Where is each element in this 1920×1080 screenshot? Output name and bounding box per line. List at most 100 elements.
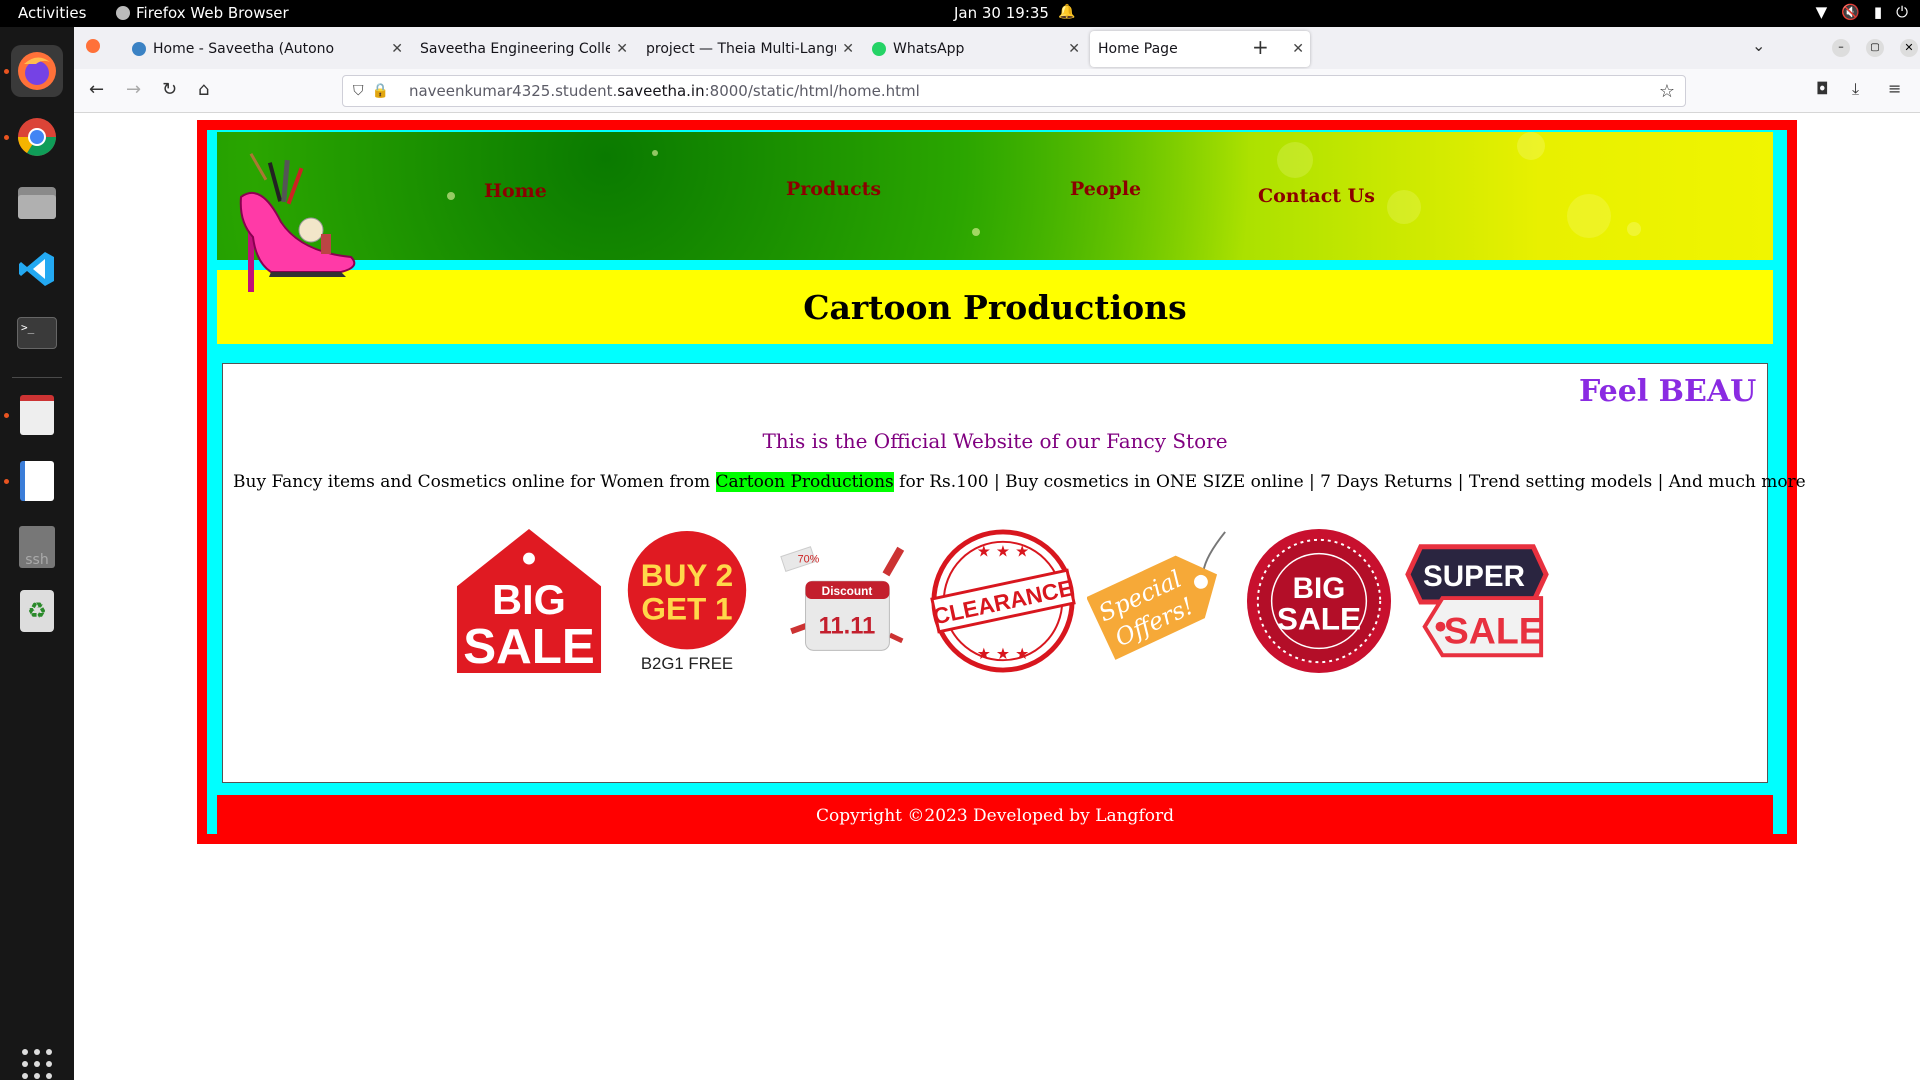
nav-home-link[interactable]: Home (484, 180, 547, 202)
tab-whatsapp[interactable]: WhatsApp ✕ (864, 31, 1086, 67)
big-sale-seal-image: BIG SALE (1245, 527, 1393, 675)
restore-icon[interactable]: ▢ (1866, 39, 1884, 57)
volume-icon: 🔇 (1841, 3, 1860, 21)
tab-home-page[interactable]: Home Page ✕ (1090, 31, 1310, 67)
badge-text: BIG (492, 576, 566, 623)
dock-ssh[interactable]: ssh (11, 521, 63, 573)
battery-icon: ▮ (1873, 3, 1883, 21)
url-prefix: naveenkumar4325.student. (408, 82, 618, 100)
bookmark-star-icon[interactable]: ☆ (1659, 81, 1675, 102)
url-domain: saveetha.in (617, 82, 705, 100)
vscode-icon (19, 252, 54, 286)
clearance-stamp-image: ★ ★ ★ ★ ★ ★ CLEARANCE (929, 527, 1077, 675)
dock-terminal[interactable]: >_ (11, 307, 63, 359)
dock-trash[interactable]: ♻ (11, 585, 63, 637)
badge-text: SALE (1277, 601, 1361, 637)
dock-firefox[interactable] (11, 45, 63, 97)
tab-label: WhatsApp (893, 41, 965, 57)
site-frame: Home Products People Contact Us Cartoon … (197, 120, 1806, 844)
menu-icon[interactable]: ≡ (1888, 79, 1901, 98)
tab-label: project — Theia Multi-Langu (646, 41, 836, 57)
badge-text: SALE (1444, 609, 1544, 651)
url-bar[interactable]: ⛉🔒 naveenkumar4325.student. saveetha.in:8… (342, 75, 1686, 107)
firefox-icon (18, 52, 56, 90)
content-box: Feel BEAU' This is the Official Website … (222, 363, 1806, 783)
show-apps-icon[interactable] (22, 1049, 52, 1079)
forward-icon[interactable]: → (126, 79, 141, 100)
url-suffix: :8000/static/html/home.html (704, 82, 920, 100)
svg-text:★ ★ ★: ★ ★ ★ (977, 542, 1029, 561)
sale-badges: BIG SALE BUY 2 GET 1 B2G1 FREE 70% Disco… (455, 527, 1551, 675)
discount-1111-image: 70% Discount 11.11 (771, 527, 919, 675)
close-icon[interactable]: ✕ (1068, 41, 1080, 57)
home-icon[interactable]: ⌂ (198, 79, 209, 100)
pocket-icon[interactable]: ◘ (1816, 79, 1829, 98)
super-sale-tag-image: SUPER SALE (1403, 527, 1551, 675)
tab-project-theia[interactable]: project — Theia Multi-Langu ✕ (638, 31, 860, 67)
buy2-get1-image: BUY 2 GET 1 B2G1 FREE (613, 527, 761, 675)
description: Buy Fancy items and Cosmetics online for… (233, 472, 1806, 492)
close-icon[interactable]: ✕ (616, 41, 628, 57)
close-icon[interactable]: ✕ (1292, 41, 1304, 57)
nav-contact-link[interactable]: Contact Us (1258, 185, 1375, 207)
chrome-icon (18, 118, 56, 156)
nav-products-link[interactable]: Products (786, 178, 881, 200)
close-icon[interactable]: ✕ (391, 41, 403, 57)
site-footer: Copyright ©2023 Developed by Langford (217, 795, 1773, 837)
clock[interactable]: Jan 30 19:35 (954, 4, 1049, 22)
app-menu-label: Firefox Web Browser (136, 4, 289, 22)
dock-files[interactable] (11, 177, 63, 229)
tab-saveetha-engineering[interactable]: Saveetha Engineering Colleg ✕ (412, 31, 634, 67)
dock-chrome[interactable] (11, 111, 63, 163)
site-title: Cartoon Productions (803, 287, 1187, 327)
whatsapp-icon (872, 42, 886, 56)
tab-label: Saveetha Engineering Colleg (420, 41, 610, 57)
tab-strip: Home - Saveetha (Autono ✕ Saveetha Engin… (74, 27, 1920, 69)
new-tab-icon[interactable]: + (1252, 35, 1269, 59)
high-heel-logo-icon (239, 153, 356, 292)
terminal-icon: >_ (17, 317, 57, 349)
dock-text-editor[interactable] (11, 455, 63, 507)
firefox-view-icon[interactable] (86, 39, 100, 53)
tab-home-saveetha[interactable]: Home - Saveetha (Autono ✕ (124, 31, 409, 67)
desc-before: Buy Fancy items and Cosmetics online for… (233, 472, 716, 492)
web-page: Home Products People Contact Us Cartoon … (74, 113, 1920, 1080)
list-all-tabs-icon[interactable]: ⌄ (1752, 36, 1765, 55)
wifi-icon: ▼ (1815, 3, 1828, 21)
marquee-text: Feel BEAU' (1579, 374, 1759, 409)
badge-text: SUPER (1423, 560, 1525, 593)
title-bar: Cartoon Productions (217, 270, 1773, 344)
big-sale-tag-image: BIG SALE (455, 527, 603, 675)
back-icon[interactable]: ← (89, 79, 104, 100)
downloads-icon[interactable]: ⤓ (1852, 79, 1859, 99)
tab-label: Home - Saveetha (Autono (153, 41, 335, 57)
svg-text:★ ★ ★: ★ ★ ★ (977, 644, 1029, 663)
dock-vscode[interactable] (11, 243, 63, 295)
desc-after: for Rs.100 | Buy cosmetics in ONE SIZE o… (893, 472, 1806, 492)
site-inner: Home Products People Contact Us Cartoon … (207, 130, 1806, 837)
document-viewer-icon (20, 395, 54, 435)
badge-text: 11.11 (819, 614, 876, 640)
header-banner: Home Products People Contact Us (217, 132, 1773, 260)
minimize-icon[interactable]: – (1832, 39, 1850, 57)
system-tray[interactable]: ▼ 🔇 ▮ ⏻ (1816, 3, 1908, 21)
badge-text: Discount (822, 584, 873, 598)
tracking-protection-icon[interactable]: ⛉🔒 (353, 83, 397, 99)
text-editor-icon (20, 461, 54, 501)
bell-icon: 🔔 (1058, 4, 1076, 20)
power-icon: ⏻ (1896, 3, 1908, 21)
trash-icon: ♻ (20, 590, 54, 632)
close-icon[interactable]: ✕ (842, 41, 854, 57)
nav-people-link[interactable]: People (1070, 178, 1141, 200)
reload-icon[interactable]: ↻ (162, 79, 177, 100)
close-window-icon[interactable]: ✕ (1900, 39, 1918, 57)
badge-text: BUY 2 (641, 557, 733, 593)
firefox-small-icon (116, 6, 130, 20)
files-icon (18, 187, 56, 219)
dock-document-viewer[interactable] (11, 389, 63, 441)
ssh-icon: ssh (19, 526, 55, 568)
badge-text: SALE (463, 619, 595, 674)
activities-button[interactable]: Activities (18, 4, 86, 22)
desc-highlight: Cartoon Productions (715, 472, 894, 492)
app-menu[interactable]: Firefox Web Browser (116, 4, 289, 22)
